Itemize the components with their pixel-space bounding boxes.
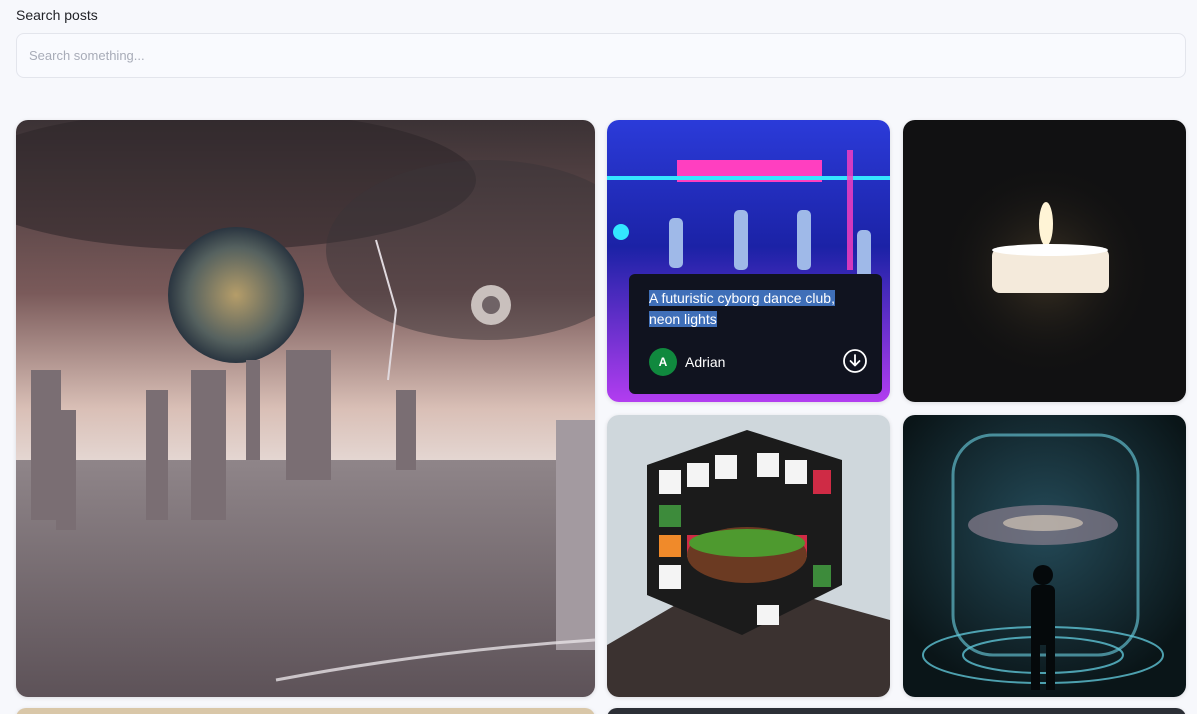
search-field[interactable] <box>16 33 1186 78</box>
post-card-partial-right[interactable] <box>607 708 1186 714</box>
search-label: Search posts <box>16 7 98 23</box>
post-card-rubik-burger[interactable] <box>607 415 890 697</box>
post-card-candle[interactable] <box>903 120 1186 402</box>
post-card-large[interactable] <box>16 120 595 697</box>
search-input[interactable] <box>17 34 1185 77</box>
author-avatar: A <box>649 348 677 376</box>
post-prompt: A futuristic cyborg dance club, neon lig… <box>649 290 835 327</box>
post-image-rubik-burger <box>607 415 890 697</box>
post-image-candle <box>903 120 1186 402</box>
post-hover-overlay: A futuristic cyborg dance club, neon lig… <box>629 274 882 394</box>
author-name: Adrian <box>685 354 726 370</box>
post-card-galaxy-portal[interactable] <box>903 415 1186 697</box>
download-icon[interactable] <box>842 348 868 374</box>
post-author: A Adrian <box>649 348 725 376</box>
post-card-partial-left[interactable] <box>16 708 595 714</box>
post-image-dystopian-city <box>16 120 595 697</box>
post-card-cyborg-club[interactable]: A futuristic cyborg dance club, neon lig… <box>607 120 890 402</box>
post-image-galaxy-portal <box>903 415 1186 697</box>
